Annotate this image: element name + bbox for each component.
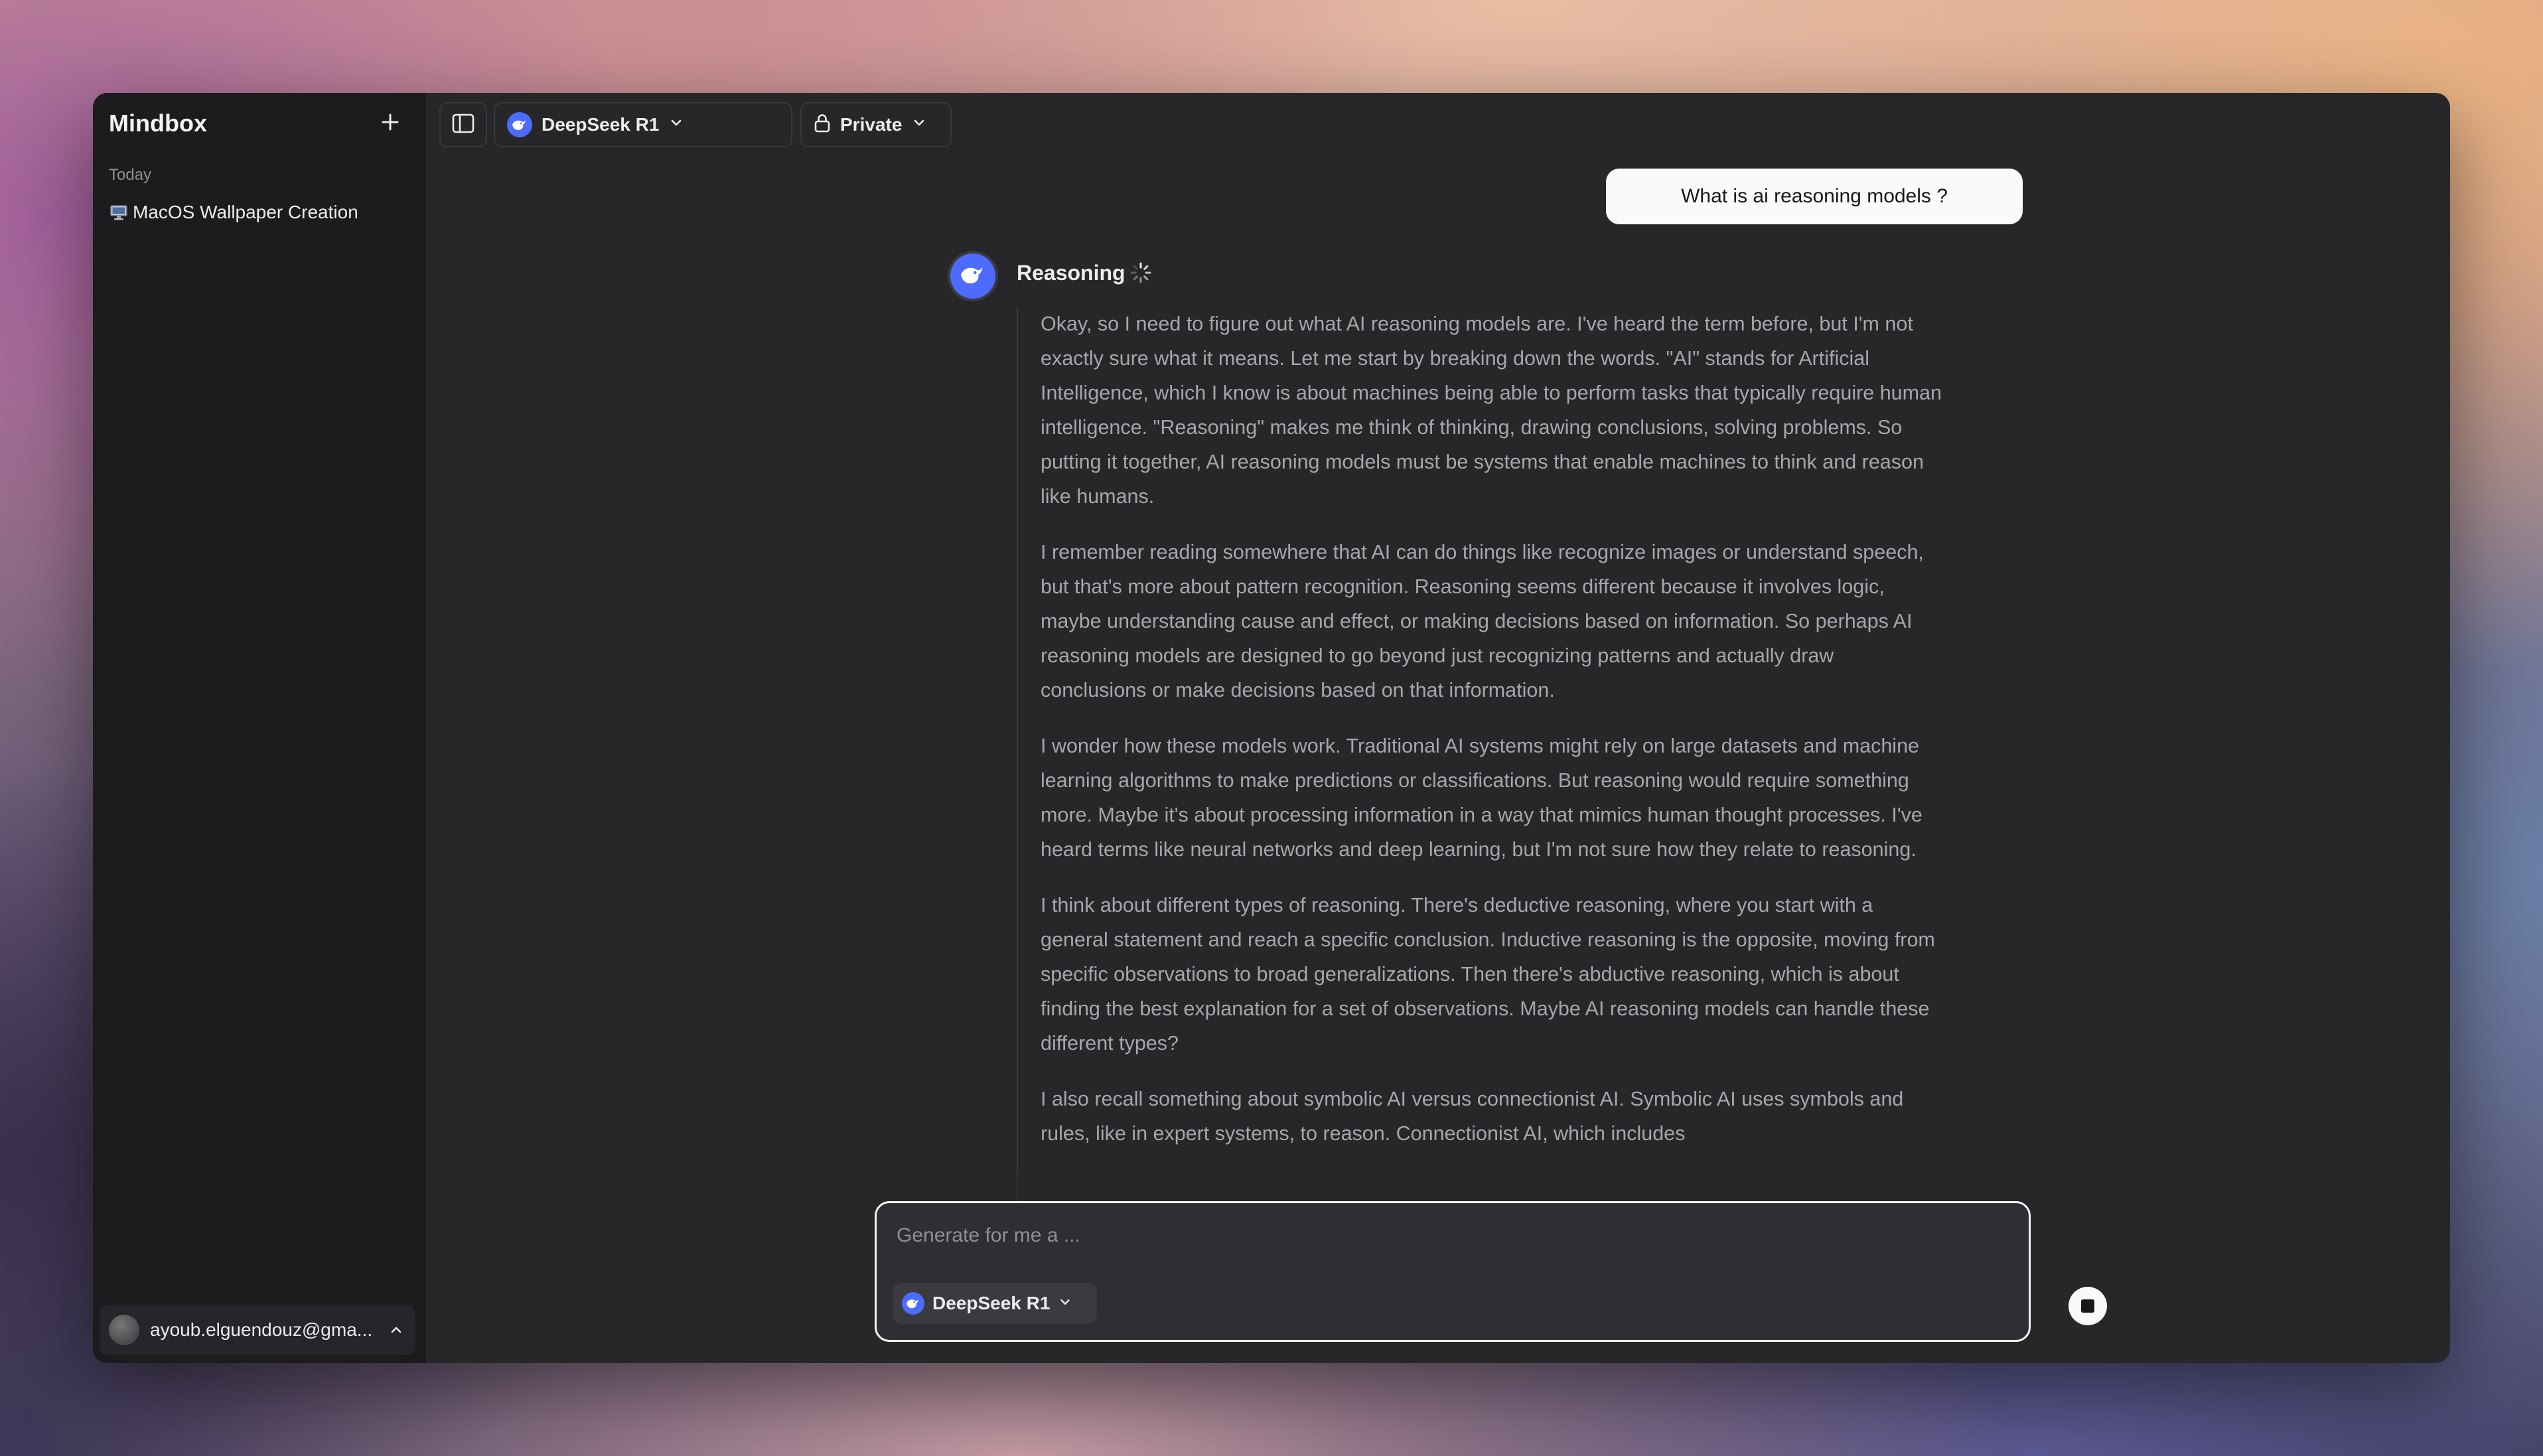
toggle-sidebar-button[interactable] <box>439 102 487 147</box>
chevron-down-icon <box>1058 1293 1072 1314</box>
app-window: Mindbox Today MacOS Wallpaper Creation a… <box>93 93 2450 1363</box>
composer-model-label: DeepSeek R1 <box>932 1293 1051 1313</box>
new-chat-button[interactable] <box>372 105 409 142</box>
visibility-selector-button[interactable]: Private <box>800 102 952 147</box>
user-message-bubble: What is ai reasoning models ? <box>1606 169 2023 224</box>
model-selector-label: DeepSeek R1 <box>542 114 660 135</box>
loading-spinner-icon <box>1129 261 1152 284</box>
composer-model-selector[interactable]: DeepSeek R1 <box>893 1283 1097 1324</box>
deepseek-logo-icon <box>902 1292 924 1315</box>
reasoning-paragraph: Okay, so I need to figure out what AI re… <box>1041 313 1942 508</box>
section-label-today: Today <box>109 166 152 184</box>
stop-generation-button[interactable] <box>2069 1287 2107 1325</box>
chevron-up-icon <box>386 1320 406 1340</box>
monitor-icon <box>109 202 129 222</box>
user-email: ayoub.elguendouz@gma... <box>150 1319 373 1340</box>
sidebar-panel-icon <box>452 113 474 137</box>
message-composer: DeepSeek R1 <box>875 1201 2107 1342</box>
reasoning-paragraph: I remember reading somewhere that AI can… <box>1041 541 1924 701</box>
chevron-down-icon <box>911 114 927 135</box>
deepseek-logo-icon <box>958 263 987 290</box>
visibility-label: Private <box>840 114 903 135</box>
lock-icon <box>814 113 831 137</box>
stop-icon <box>2081 1299 2094 1313</box>
chat-history-item[interactable]: MacOS Wallpaper Creation <box>102 192 417 232</box>
reasoning-toggle[interactable]: Reasoning <box>1017 257 1126 288</box>
deepseek-logo-icon <box>507 112 532 137</box>
model-selector-button[interactable]: DeepSeek R1 <box>494 102 792 147</box>
reasoning-paragraph: I think about different types of reasoni… <box>1041 894 1935 1055</box>
chevron-down-icon <box>668 114 684 135</box>
assistant-avatar <box>950 254 995 299</box>
sidebar: Mindbox Today MacOS Wallpaper Creation a… <box>93 93 426 1363</box>
reasoning-paragraph: I wonder how these models work. Traditio… <box>1041 735 1923 861</box>
app-title: Mindbox <box>109 109 207 137</box>
content-fade <box>875 1165 2031 1205</box>
reasoning-paragraph: I also recall something about symbolic A… <box>1041 1088 1904 1145</box>
message-input[interactable] <box>897 1219 1958 1252</box>
reasoning-content: Okay, so I need to figure out what AI re… <box>1017 307 2032 1295</box>
plus-icon <box>380 111 401 136</box>
user-menu-button[interactable]: ayoub.elguendouz@gma... <box>100 1305 415 1355</box>
avatar <box>109 1315 139 1345</box>
chat-history-item-label: MacOS Wallpaper Creation <box>133 202 358 222</box>
